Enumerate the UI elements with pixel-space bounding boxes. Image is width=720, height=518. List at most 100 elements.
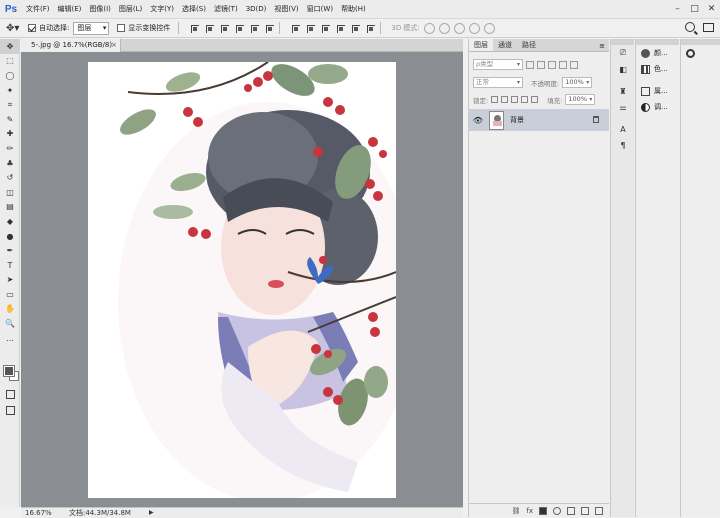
menu-edit[interactable]: 编辑(E) — [54, 0, 86, 18]
lock-artboard-icon[interactable] — [521, 96, 529, 103]
close-button[interactable]: ✕ — [703, 0, 720, 18]
lock-all-icon[interactable] — [531, 96, 539, 103]
properties-panel-button[interactable]: 属... — [636, 83, 679, 99]
hand-tool-icon[interactable]: ✋ — [0, 302, 20, 317]
marquee-tool-icon[interactable]: ⬚ — [0, 54, 20, 69]
auto-select-checkbox[interactable] — [28, 24, 36, 32]
zoom-level[interactable]: 16.67% — [25, 508, 52, 518]
align-hcenter-icon[interactable] — [249, 23, 260, 34]
layer-row[interactable]: 👁 背景 — [469, 109, 609, 131]
menu-filter[interactable]: 滤镜(T) — [210, 0, 242, 18]
filter-adjustment-icon[interactable] — [537, 60, 545, 69]
trash-icon[interactable] — [595, 506, 603, 515]
filter-type-icon[interactable] — [548, 60, 556, 69]
eraser-icon[interactable]: ◫ — [0, 185, 20, 200]
adjustments-icon[interactable]: ⚌ — [611, 99, 635, 115]
3d-orbit-icon[interactable] — [423, 22, 435, 34]
menu-3d[interactable]: 3D(D) — [242, 0, 271, 18]
tab-layers[interactable]: 图层 — [469, 39, 493, 51]
screen-mode-icon[interactable] — [0, 403, 20, 418]
character-icon[interactable]: A — [611, 121, 635, 137]
opacity-input[interactable]: 100% — [562, 77, 593, 88]
path-selection-icon[interactable]: ➤ — [0, 273, 20, 288]
minimize-button[interactable]: – — [669, 0, 686, 18]
type-tool-icon[interactable]: T — [0, 258, 20, 273]
search-icon[interactable] — [685, 22, 695, 32]
distribute-top-icon[interactable] — [290, 23, 301, 34]
brush-preset-icon[interactable]: ♜ — [611, 83, 635, 99]
3d-roll-icon[interactable] — [438, 22, 450, 34]
layer-filter-dropdown[interactable]: ρ类型 — [473, 59, 523, 70]
adjustments-panel-button[interactable]: 调... — [636, 99, 679, 115]
3d-pan-icon[interactable] — [453, 22, 465, 34]
align-right-icon[interactable] — [264, 23, 275, 34]
document-tab[interactable]: 5-.jpg @ 16.7%(RGB/8) — [21, 39, 121, 52]
menu-help[interactable]: 帮助(H) — [337, 0, 370, 18]
menu-file[interactable]: 文件(F) — [22, 0, 54, 18]
lock-transparent-icon[interactable] — [491, 96, 499, 103]
blend-mode-dropdown[interactable]: 正常 — [473, 77, 523, 88]
healing-brush-icon[interactable]: ✚ — [0, 127, 20, 142]
paragraph-icon[interactable]: ¶ — [611, 137, 635, 153]
menu-view[interactable]: 视图(V) — [270, 0, 302, 18]
align-bottom-icon[interactable] — [219, 23, 230, 34]
tab-channels[interactable]: 通道 — [493, 39, 517, 51]
lasso-tool-icon[interactable]: ◯ — [0, 68, 20, 83]
dodge-tool-icon[interactable]: ● — [0, 229, 20, 244]
distribute-vcenter-icon[interactable] — [305, 23, 316, 34]
group-icon[interactable] — [567, 506, 575, 515]
more-tools-icon[interactable]: … — [0, 331, 20, 346]
rectangle-tool-icon[interactable]: ▭ — [0, 287, 20, 302]
distribute-hcenter-icon[interactable] — [350, 23, 361, 34]
align-left-icon[interactable] — [234, 23, 245, 34]
filter-shape-icon[interactable] — [559, 60, 567, 69]
link-icon[interactable]: ⛓ — [512, 507, 521, 515]
menu-select[interactable]: 选择(S) — [178, 0, 210, 18]
show-transform-checkbox[interactable] — [117, 24, 126, 32]
workspace-icon[interactable] — [703, 22, 714, 32]
close-tab-icon[interactable]: × — [111, 39, 117, 52]
move-tool-icon[interactable]: ✥▾ — [6, 23, 28, 34]
fx-icon[interactable]: fx — [526, 507, 533, 515]
align-vcenter-icon[interactable] — [204, 23, 215, 34]
menu-image[interactable]: 图像(I) — [85, 0, 115, 18]
lock-icon[interactable] — [593, 116, 599, 123]
filter-smart-object-icon[interactable] — [570, 60, 578, 69]
fill-input[interactable]: 100% — [565, 94, 596, 105]
maximize-button[interactable]: □ — [686, 0, 703, 18]
crop-tool-icon[interactable]: ⌗ — [0, 97, 20, 112]
menu-type[interactable]: 文字(Y) — [146, 0, 178, 18]
tab-paths[interactable]: 路径 — [517, 39, 541, 51]
zoom-tool-icon[interactable]: 🔍 — [0, 316, 20, 331]
3d-panel-button[interactable] — [681, 45, 720, 61]
menu-window[interactable]: 窗口(W) — [303, 0, 337, 18]
properties-icon[interactable]: ◧ — [611, 61, 635, 77]
document-canvas[interactable] — [88, 62, 396, 498]
history-brush-icon[interactable]: ↺ — [0, 170, 20, 185]
brush-tool-icon[interactable]: ✏ — [0, 141, 20, 156]
mask-icon[interactable] — [539, 506, 547, 515]
foreground-color-swatch[interactable] — [3, 365, 15, 377]
move-tool-icon[interactable]: ✥ — [0, 39, 20, 54]
pen-tool-icon[interactable]: ✒ — [0, 243, 20, 258]
eye-icon[interactable]: 👁 — [472, 116, 484, 125]
status-menu-arrow-icon[interactable]: ▶ — [149, 508, 154, 518]
adjustment-icon[interactable] — [553, 506, 561, 515]
panel-menu-icon[interactable]: ≡ — [599, 42, 605, 50]
3d-slide-icon[interactable] — [468, 22, 480, 34]
clone-stamp-icon[interactable]: ♣ — [0, 156, 20, 171]
quick-mask-icon[interactable] — [0, 387, 20, 402]
distribute-right-icon[interactable] — [365, 23, 376, 34]
magic-wand-icon[interactable]: ✦ — [0, 83, 20, 98]
menu-layer[interactable]: 图层(L) — [115, 0, 146, 18]
lock-image-icon[interactable] — [501, 96, 509, 103]
blur-tool-icon[interactable]: ◆ — [0, 214, 20, 229]
auto-select-dropdown[interactable]: 图层 — [73, 21, 110, 35]
align-top-icon[interactable] — [189, 23, 200, 34]
filter-pixel-icon[interactable] — [526, 60, 534, 69]
eyedropper-icon[interactable]: ✎ — [0, 112, 20, 127]
color-panel-button[interactable]: 颜... — [636, 45, 679, 61]
swatches-panel-button[interactable]: 色... — [636, 61, 679, 77]
gradient-tool-icon[interactable]: ▤ — [0, 200, 20, 215]
history-icon[interactable]: ⎚ — [611, 45, 635, 61]
